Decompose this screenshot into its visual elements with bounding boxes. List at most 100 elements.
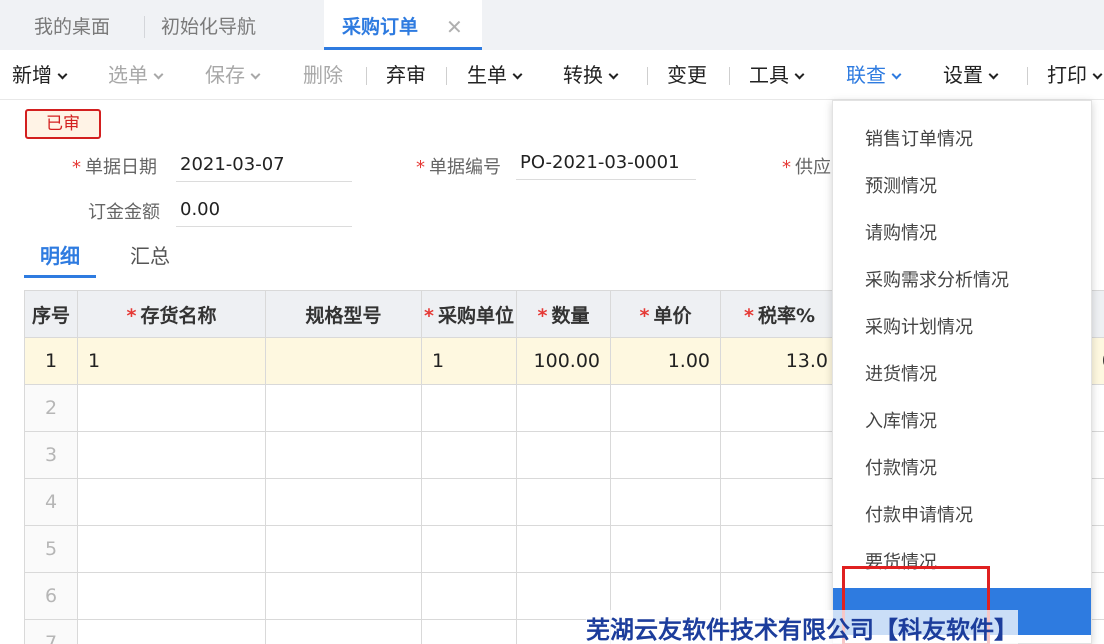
print-label: 打印: [1047, 63, 1087, 87]
settings-label: 设置: [943, 63, 983, 87]
cell-qty[interactable]: [516, 384, 611, 432]
cell-price[interactable]: [610, 525, 721, 573]
close-icon[interactable]: ✕: [446, 0, 463, 54]
chevron-down-icon: [512, 69, 523, 80]
tab-desktop[interactable]: 我的桌面: [34, 0, 110, 50]
tab-bar: 我的桌面 初始化导航 采购订单 ✕: [0, 0, 1104, 50]
cell-unit[interactable]: [421, 431, 517, 479]
cell-seq: 1: [24, 337, 78, 385]
cell-seq: 3: [24, 431, 78, 479]
cell-item-name[interactable]: [77, 384, 266, 432]
col-price[interactable]: * 单价: [610, 290, 721, 338]
cell-unit[interactable]: [421, 572, 517, 620]
cell-price[interactable]: [610, 384, 721, 432]
doc-no-label-text: 单据编号: [429, 157, 501, 178]
cell-spec[interactable]: [265, 431, 422, 479]
tab-summary[interactable]: 汇总: [130, 240, 170, 269]
chevron-down-icon: [608, 69, 619, 80]
cell-qty[interactable]: [516, 431, 611, 479]
col-price-label: 单价: [653, 304, 692, 327]
cell-item-name[interactable]: [77, 431, 266, 479]
generate-label: 生单: [467, 63, 507, 87]
cell-unit[interactable]: 1: [421, 337, 517, 385]
cell-spec[interactable]: [265, 478, 422, 526]
delete-button[interactable]: 删除: [303, 50, 343, 100]
change-button[interactable]: 变更: [667, 50, 707, 100]
tab-detail[interactable]: 明细: [24, 240, 96, 278]
menu-item-purchase-plan[interactable]: 采购计划情况: [833, 304, 1091, 351]
doc-no-label: * 单据编号: [416, 153, 501, 179]
cell-tax-rate[interactable]: [720, 431, 839, 479]
print-button[interactable]: 打印: [1047, 50, 1103, 100]
cell-seq: 4: [24, 478, 78, 526]
col-tax-rate[interactable]: * 税率%: [720, 290, 839, 338]
cell-qty[interactable]: [516, 478, 611, 526]
cell-item-name[interactable]: [77, 572, 266, 620]
cell-item-name[interactable]: 1: [77, 337, 266, 385]
menu-item-sales-order[interactable]: 销售订单情况: [833, 116, 1091, 163]
settings-button[interactable]: 设置: [943, 50, 999, 100]
menu-item-demand-analysis[interactable]: 采购需求分析情况: [833, 257, 1091, 304]
cell-item-name[interactable]: [77, 478, 266, 526]
cell-tax-rate[interactable]: 13.0: [720, 337, 839, 385]
abandon-audit-button[interactable]: 弃审: [386, 50, 426, 100]
linked-query-label: 联查: [846, 63, 886, 87]
tools-button[interactable]: 工具: [749, 50, 805, 100]
col-seq[interactable]: 序号: [24, 290, 78, 338]
deposit-field[interactable]: 0.00: [176, 195, 352, 227]
required-mark: *: [782, 157, 791, 178]
cell-item-name[interactable]: [77, 525, 266, 573]
cell-price[interactable]: [610, 478, 721, 526]
cell-spec[interactable]: [265, 525, 422, 573]
tab-init-guide[interactable]: 初始化导航: [161, 0, 256, 50]
chevron-down-icon: [988, 69, 999, 80]
menu-item-requisition[interactable]: 请购情况: [833, 210, 1091, 257]
col-spec[interactable]: 规格型号: [265, 290, 422, 338]
menu-item-stock-in[interactable]: 入库情况: [833, 398, 1091, 445]
doc-no-field[interactable]: PO-2021-03-0001: [516, 148, 696, 180]
save-button[interactable]: 保存: [205, 50, 261, 100]
select-label: 选单: [108, 63, 148, 87]
new-label: 新增: [12, 63, 52, 87]
col-item-name[interactable]: * 存货名称: [77, 290, 266, 338]
menu-item-forecast[interactable]: 预测情况: [833, 163, 1091, 210]
cell-spec[interactable]: [265, 337, 422, 385]
menu-item-payment[interactable]: 付款情况: [833, 445, 1091, 492]
chevron-down-icon: [891, 69, 902, 80]
menu-item-receipt[interactable]: 进货情况: [833, 351, 1091, 398]
cell-unit[interactable]: [421, 478, 517, 526]
doc-date-field[interactable]: 2021-03-07: [176, 150, 352, 182]
cell-tax-rate[interactable]: [720, 384, 839, 432]
cell-spec[interactable]: [265, 572, 422, 620]
cell-qty[interactable]: 100.00: [516, 337, 611, 385]
cell-price[interactable]: 1.00: [610, 337, 721, 385]
col-unit[interactable]: * 采购单位: [421, 290, 517, 338]
cell-spec[interactable]: [265, 384, 422, 432]
cell-item-name[interactable]: [77, 619, 266, 644]
tab-divider: [144, 16, 145, 38]
toolbar-divider: [446, 67, 447, 85]
tab-purchase-order[interactable]: 采购订单 ✕: [324, 0, 482, 50]
cell-tax-rate[interactable]: [720, 525, 839, 573]
convert-label: 转换: [563, 63, 603, 87]
cell-spec[interactable]: [265, 619, 422, 644]
cell-unit[interactable]: [421, 384, 517, 432]
cell-unit[interactable]: [421, 619, 517, 644]
linked-query-button[interactable]: 联查: [846, 50, 902, 100]
menu-item-goods-request[interactable]: 要货情况: [833, 539, 1091, 586]
supplier-label: * 供应: [782, 153, 831, 179]
cell-seq: 6: [24, 572, 78, 620]
supplier-label-text: 供应: [795, 157, 831, 178]
new-button[interactable]: 新增: [12, 50, 68, 100]
menu-item-payment-request[interactable]: 付款申请情况: [833, 492, 1091, 539]
cell-unit[interactable]: [421, 525, 517, 573]
select-button[interactable]: 选单: [108, 50, 164, 100]
convert-button[interactable]: 转换: [563, 50, 619, 100]
cell-qty[interactable]: [516, 525, 611, 573]
cell-tax-rate[interactable]: [720, 478, 839, 526]
col-unit-label: 采购单位: [437, 304, 514, 327]
cell-price[interactable]: [610, 431, 721, 479]
col-qty[interactable]: * 数量: [516, 290, 611, 338]
cell-seq: 5: [24, 525, 78, 573]
generate-button[interactable]: 生单: [467, 50, 523, 100]
